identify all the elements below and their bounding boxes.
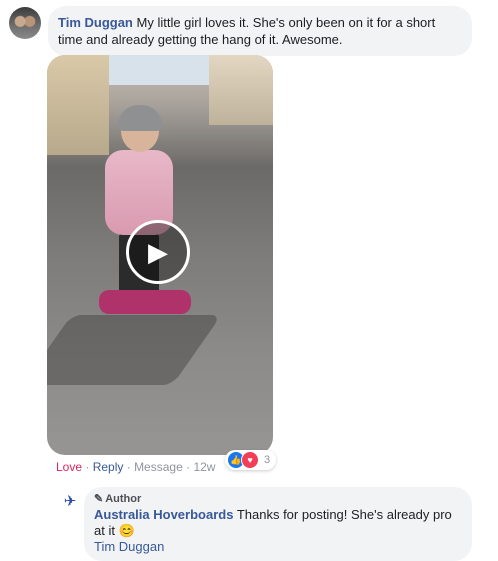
pencil-icon: ✎ xyxy=(94,493,104,505)
separator: · xyxy=(182,460,194,474)
comment-author-link[interactable]: Tim Duggan xyxy=(58,15,133,30)
separator: · xyxy=(123,460,135,474)
reply-link[interactable]: Reply xyxy=(93,460,124,474)
comment-actions: Love · Reply · Message · 12w xyxy=(56,460,215,474)
comment-video[interactable]: ▶ xyxy=(47,55,273,455)
video-hoverboard xyxy=(99,290,191,314)
reply-author-link[interactable]: Australia Hoverboards xyxy=(94,507,233,522)
love-icon: ♥ xyxy=(241,451,259,469)
page-logo-icon[interactable]: ✈ xyxy=(58,492,82,512)
author-badge-label: Author xyxy=(105,493,142,505)
play-icon[interactable]: ▶ xyxy=(126,220,190,284)
reaction-count: 3 xyxy=(264,454,271,466)
reply-bubble: ✎ Author Australia Hoverboards Thanks for… xyxy=(84,487,472,561)
message-link[interactable]: Message xyxy=(134,460,183,474)
comment-timestamp[interactable]: 12w xyxy=(193,460,215,474)
video-helmet xyxy=(118,105,162,131)
reaction-summary[interactable]: 👍 ♥ 3 xyxy=(225,450,277,470)
comment-bubble: Tim Duggan My little girl loves it. She'… xyxy=(48,6,472,56)
video-shadow xyxy=(47,315,222,385)
reply-mention-link[interactable]: Tim Duggan xyxy=(94,539,462,555)
love-reaction-link[interactable]: Love xyxy=(56,460,82,474)
video-house-right xyxy=(209,55,273,125)
commenter-avatar[interactable] xyxy=(9,7,41,39)
video-house-left xyxy=(47,55,109,155)
separator: · xyxy=(82,460,93,474)
author-badge: ✎ Author xyxy=(94,491,462,507)
